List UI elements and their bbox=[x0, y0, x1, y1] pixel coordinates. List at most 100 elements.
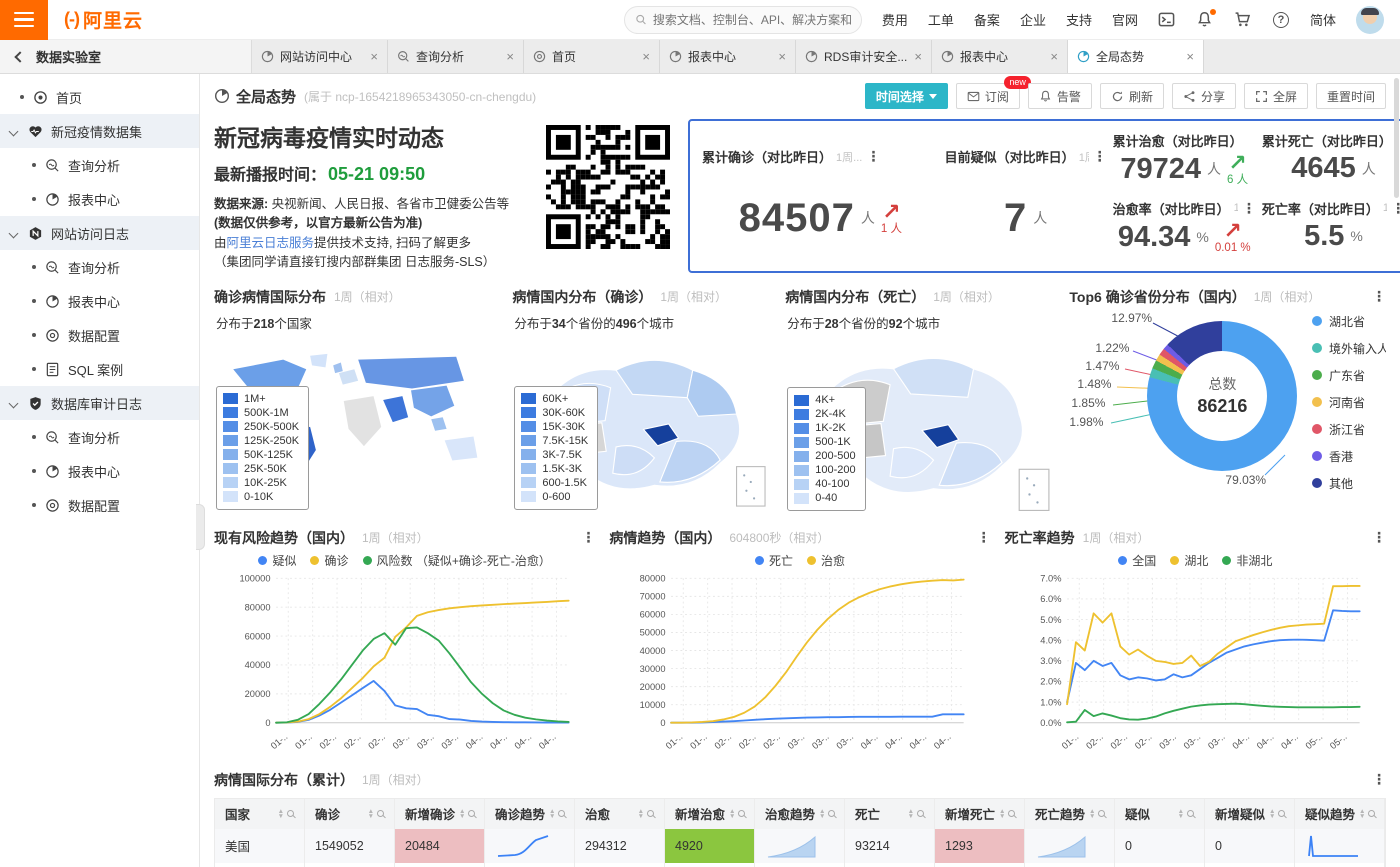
sidebar-item-home[interactable]: 首页 bbox=[0, 80, 199, 114]
nav-website[interactable]: 官网 bbox=[1112, 10, 1138, 29]
col-confirmed[interactable]: 确诊 ▲ ▼ bbox=[305, 798, 395, 829]
target-icon bbox=[44, 327, 60, 343]
time-picker-button[interactable]: 时间选择 bbox=[864, 83, 948, 109]
terminal-icon[interactable] bbox=[1158, 11, 1176, 29]
dashboard-headline: 新冠病毒疫情实时动态 bbox=[214, 125, 444, 151]
locale-switch[interactable]: 简体 bbox=[1310, 10, 1336, 29]
share-button[interactable]: 分享 bbox=[1171, 83, 1236, 109]
col-dead-trend[interactable]: 死亡趋势 ▲ ▼ bbox=[1025, 798, 1115, 829]
close-icon[interactable]: × bbox=[1186, 49, 1194, 64]
tab-report-center-2[interactable]: 报表中心 × bbox=[932, 40, 1068, 73]
close-icon[interactable]: × bbox=[642, 49, 650, 64]
kebab-menu-icon[interactable]: ⋮ bbox=[1242, 200, 1256, 217]
nav-support[interactable]: 支持 bbox=[1066, 10, 1092, 29]
kebab-menu-icon[interactable]: ⋮ bbox=[581, 529, 595, 546]
sidebar-group-site-access-log[interactable]: 网站访问日志 bbox=[0, 216, 199, 250]
search-icon bbox=[558, 810, 566, 817]
kebab-menu-icon[interactable]: ⋮ bbox=[977, 529, 991, 546]
col-new-confirmed[interactable]: 新增确诊 ▲ ▼ bbox=[395, 798, 485, 829]
donut-chart[interactable]: 总数 86216 12.97% 1.22% 1.47% 1.48% 1.85% … bbox=[1069, 307, 1386, 518]
sidebar-item-query-analysis[interactable]: 查询分析 bbox=[0, 250, 199, 284]
sidebar-item-report-center[interactable]: 报表中心 bbox=[0, 284, 199, 318]
sidebar-group-ncp-dataset[interactable]: 新冠疫情数据集 bbox=[0, 114, 199, 148]
sidebar-group-db-audit-log[interactable]: 数据库审计日志 bbox=[0, 386, 199, 420]
close-icon[interactable]: × bbox=[778, 49, 786, 64]
sidebar-item-report-center[interactable]: 报表中心 bbox=[0, 182, 199, 216]
sidebar-item-data-config[interactable]: 数据配置 bbox=[0, 488, 199, 522]
tab-home[interactable]: 首页 × bbox=[524, 40, 660, 73]
nav-icp[interactable]: 备案 bbox=[974, 10, 1000, 29]
kebab-menu-icon[interactable]: ⋮ bbox=[1251, 132, 1256, 149]
search-input[interactable] bbox=[652, 12, 851, 27]
death-rate-chart[interactable]: 0.0%1.0%2.0%3.0%4.0%5.0%6.0%7.0%01-.. 02-… bbox=[1005, 569, 1386, 760]
col-cured[interactable]: 治愈 ▲ ▼ bbox=[575, 798, 665, 829]
tab-rds-audit[interactable]: RDS审计安全... × bbox=[796, 40, 932, 73]
svg-text:4.0%: 4.0% bbox=[1040, 635, 1061, 645]
nav-tickets[interactable]: 工单 bbox=[928, 10, 954, 29]
subscribe-button[interactable]: 订阅 new bbox=[955, 76, 1031, 109]
tab-report-center-1[interactable]: 报表中心 × bbox=[660, 40, 796, 73]
arrow-up-icon: ↗ bbox=[1228, 150, 1247, 175]
risk-trend-chart[interactable]: 02000040000600008000010000001-.. 01-.. 02-… bbox=[214, 569, 595, 760]
cart-icon[interactable] bbox=[1234, 11, 1252, 29]
sidebar-item-query-analysis[interactable]: 查询分析 bbox=[0, 148, 199, 182]
scrollbar[interactable] bbox=[1394, 78, 1399, 858]
col-suspected-trend[interactable]: 疑似趋势 ▲ ▼ bbox=[1295, 798, 1385, 829]
fullscreen-button[interactable]: 全屏 bbox=[1243, 83, 1308, 109]
col-suspected[interactable]: 疑似 ▲ ▼ bbox=[1115, 798, 1205, 829]
nav-enterprise[interactable]: 企业 bbox=[1020, 10, 1046, 29]
workspace-switcher[interactable]: 数据实验室 bbox=[0, 40, 252, 73]
back-chevron-icon[interactable] bbox=[14, 50, 26, 63]
col-cured-trend[interactable]: 治愈趋势 ▲ ▼ bbox=[755, 798, 845, 829]
bullet-icon bbox=[32, 299, 36, 303]
col-dead[interactable]: 死亡 ▲ ▼ bbox=[845, 798, 935, 829]
global-search[interactable] bbox=[623, 5, 862, 34]
panel-disease-trend: 病情趋势（国内） 604800秒（相对） ⋮ 死亡 治愈 0 10000 20000 30… bbox=[609, 528, 990, 760]
svg-text:03-..: 03-.. bbox=[1157, 731, 1178, 751]
pie-chart-icon bbox=[941, 50, 954, 63]
target-icon bbox=[32, 89, 48, 105]
kebab-menu-icon[interactable]: ⋮ bbox=[1372, 771, 1386, 788]
aliyun-logo[interactable]: (-) 阿里云 bbox=[64, 6, 143, 33]
col-country[interactable]: 国家 ▲ ▼ bbox=[215, 798, 305, 829]
table-row[interactable]: 美国 1549052 20484 294312 4920 93214 1293 … bbox=[215, 828, 1385, 863]
sidebar-collapse-handle[interactable] bbox=[196, 504, 205, 550]
col-confirmed-trend[interactable]: 确诊趋势 ▲ ▼ bbox=[485, 798, 575, 829]
kebab-menu-icon[interactable]: ⋮ bbox=[866, 148, 880, 165]
hamburger-menu-icon[interactable] bbox=[0, 0, 48, 40]
pie-chart-icon bbox=[805, 50, 818, 63]
svg-text:7.0%: 7.0% bbox=[1040, 573, 1061, 583]
kebab-menu-icon[interactable]: ⋮ bbox=[1372, 288, 1386, 305]
close-icon[interactable]: × bbox=[914, 49, 922, 64]
sidebar-item-sql-examples[interactable]: SQL 案例 bbox=[0, 352, 199, 386]
nav-billing[interactable]: 费用 bbox=[882, 10, 908, 29]
close-icon[interactable]: × bbox=[370, 49, 378, 64]
notification-bell-icon[interactable] bbox=[1196, 8, 1216, 29]
refresh-button[interactable]: 刷新 bbox=[1099, 83, 1164, 109]
close-icon[interactable]: × bbox=[506, 49, 514, 64]
search-chart-icon bbox=[44, 429, 60, 445]
tab-query-analysis[interactable]: 查询分析 × bbox=[388, 40, 524, 73]
sidebar-item-query-analysis[interactable]: 查询分析 bbox=[0, 420, 199, 454]
disease-trend-chart[interactable]: 0 10000 20000 30000 40000 50000 60000 70000 8000… bbox=[609, 569, 990, 760]
user-avatar[interactable] bbox=[1356, 5, 1384, 34]
tab-site-access-center[interactable]: 网站访问中心 × bbox=[252, 40, 388, 73]
alert-button[interactable]: 告警 bbox=[1027, 83, 1092, 109]
pie-chart-icon bbox=[44, 191, 60, 207]
table-row[interactable]: 俄罗斯 308705 0 85392 0 2972 0 0 0 bbox=[215, 862, 1385, 867]
svg-text:04-..: 04-.. bbox=[1255, 731, 1276, 751]
help-icon[interactable]: ? bbox=[1272, 11, 1290, 29]
sidebar-item-data-config[interactable]: 数据配置 bbox=[0, 318, 199, 352]
reset-time-button[interactable]: 重置时间 bbox=[1315, 83, 1386, 109]
sidebar-item-report-center[interactable]: 报表中心 bbox=[0, 454, 199, 488]
kebab-menu-icon[interactable]: ⋮ bbox=[1372, 529, 1386, 546]
col-new-dead[interactable]: 新增死亡 ▲ ▼ bbox=[935, 798, 1025, 829]
col-new-suspected[interactable]: 新增疑似 ▲ ▼ bbox=[1205, 798, 1295, 829]
sls-link[interactable]: 阿里云日志服务 bbox=[227, 236, 315, 250]
tab-global-situation[interactable]: 全局态势 × bbox=[1068, 40, 1204, 73]
kebab-menu-icon[interactable]: ⋮ bbox=[1093, 148, 1107, 165]
stat-total-cured: 累计治愈（对比昨日）1..⋮ 79724人 ↗6 人 bbox=[1113, 131, 1256, 195]
col-new-cured[interactable]: 新增治愈 ▲ ▼ bbox=[665, 798, 755, 829]
close-icon[interactable]: × bbox=[1050, 49, 1058, 64]
data-source-note: 数据来源: 央视新闻、人民日报、各省市卫健委公告等 (数据仅供参考，以官方最新公… bbox=[214, 197, 510, 270]
